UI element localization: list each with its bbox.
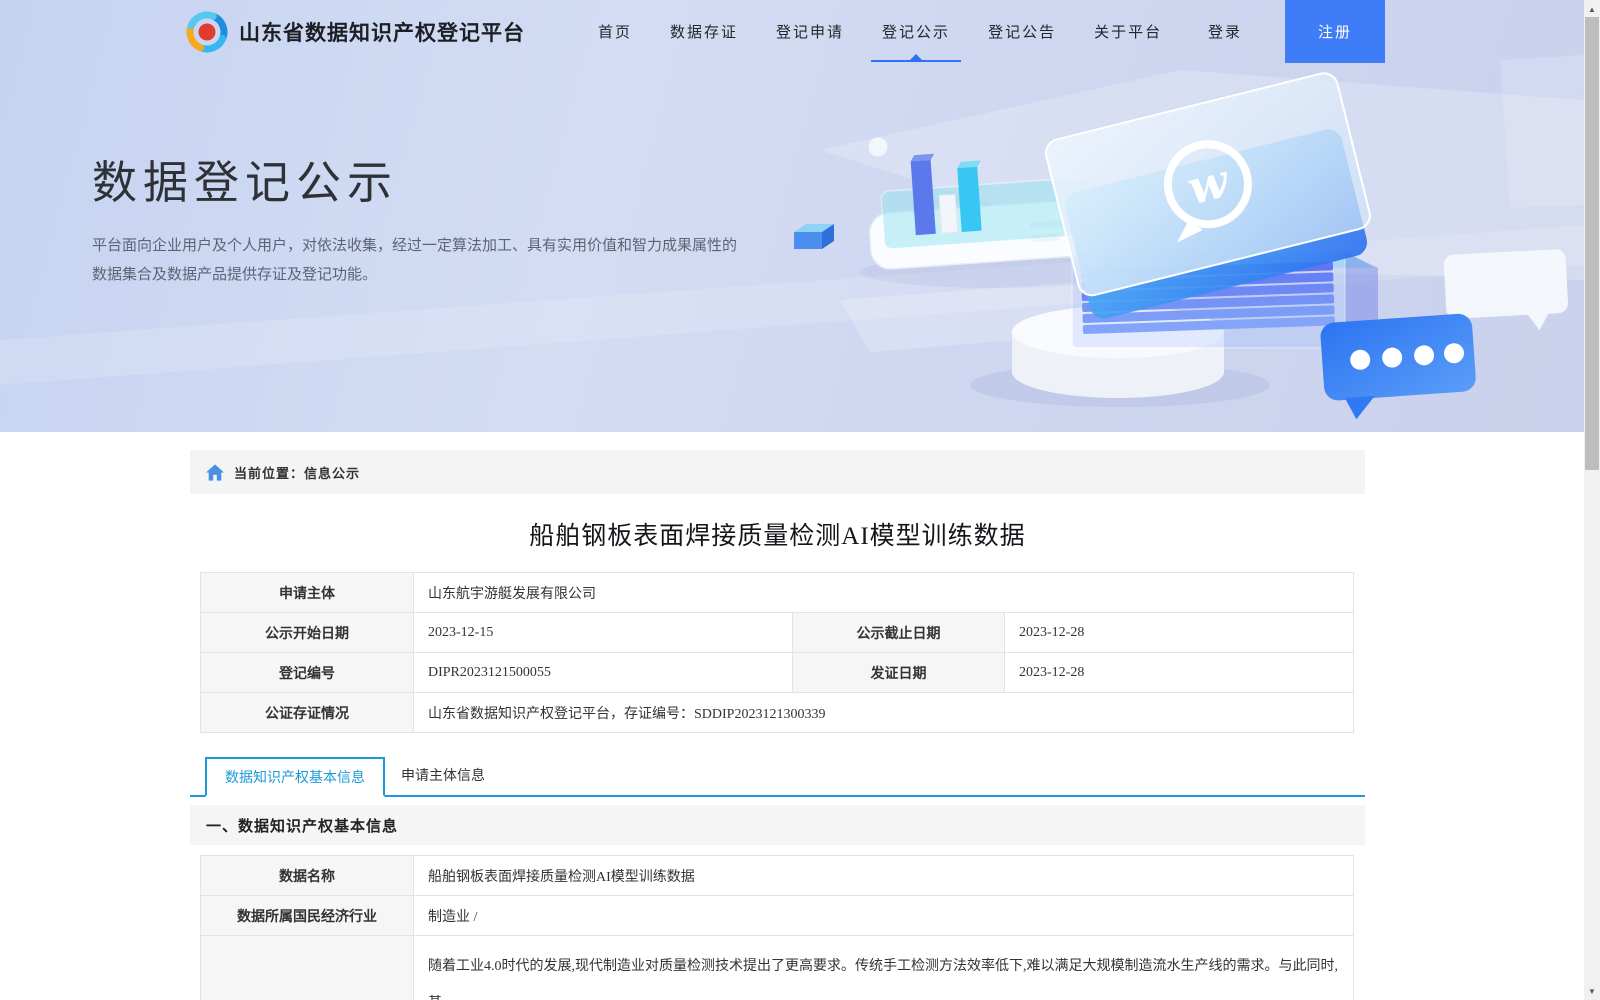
issue-date-label: 发证日期: [792, 652, 1005, 693]
info-table: 数据名称 船舶钢板表面焊接质量检测AI模型训练数据 数据所属国民经济行业 制造业…: [200, 855, 1354, 1000]
brand[interactable]: 山东省数据知识产权登记平台: [185, 0, 525, 63]
hero-description: 平台面向企业用户及个人用户，对依法收集，经过一定算法加工、具有实用价值和智力成果…: [92, 237, 738, 283]
description-label: [200, 935, 414, 1000]
page-title: 船舶钢板表面焊接质量检测AI模型训练数据: [529, 523, 1026, 550]
page: w 山东省数据知识产权登记平台 首页 数据存证 登记申请 登记公示 登记公告 关…: [0, 0, 1600, 1000]
hero-title: 数据登记公示: [92, 158, 399, 208]
table-row: 公示开始日期 2023-12-15 公示截止日期 2023-12-28: [200, 612, 1354, 653]
home-icon[interactable]: [206, 463, 224, 481]
issue-date-value: 2023-12-28: [1004, 652, 1354, 693]
hero-banner: w 山东省数据知识产权登记平台 首页 数据存证 登记申请 登记公示 登记公告 关…: [0, 0, 1584, 432]
industry-label: 数据所属国民经济行业: [200, 895, 414, 936]
start-date-label: 公示开始日期: [200, 612, 414, 653]
table-row: 数据所属国民经济行业 制造业 /: [200, 895, 1354, 936]
nav-menu: 首页 数据存证 登记申请 登记公示 登记公告 关于平台: [598, 0, 1162, 63]
notary-value: 山东省数据知识产权登记平台，存证编号：SDDIP2023121300339: [413, 692, 1354, 733]
tab-applicant-info[interactable]: 申请主体信息: [385, 755, 501, 795]
breadcrumb-current: 信息公示: [304, 465, 361, 481]
section-heading: 一、数据知识产权基本信息: [190, 805, 1365, 845]
nav-item-publicity[interactable]: 登记公示: [871, 0, 962, 63]
sphere-shape: [868, 137, 888, 157]
tab-bar: 数据知识产权基本信息 申请主体信息: [190, 755, 1365, 797]
table-row: 随着工业4.0时代的发展,现代制造业对质量检测技术提出了更高要求。传统手工检测方…: [200, 935, 1354, 1000]
start-date-value: 2023-12-15: [413, 612, 793, 653]
applicant-value: 山东航宇游艇发展有限公司: [413, 572, 1354, 613]
summary-table: 申请主体 山东航宇游艇发展有限公司 公示开始日期 2023-12-15 公示截止…: [200, 572, 1354, 733]
industry-value: 制造业 /: [413, 895, 1354, 936]
page-scrollbar[interactable]: ▲ ▼: [1584, 0, 1600, 1000]
end-date-label: 公示截止日期: [792, 612, 1005, 653]
breadcrumb: 当前位置：信息公示: [190, 450, 1365, 494]
top-navigation: 山东省数据知识产权登记平台 首页 数据存证 登记申请 登记公示 登记公告 关于平…: [0, 0, 1584, 63]
reg-no-label: 登记编号: [200, 652, 414, 693]
main-content: 当前位置：信息公示 船舶钢板表面焊接质量检测AI模型训练数据 申请主体 山东航宇…: [0, 432, 1584, 1000]
hero-illustration: w: [0, 55, 1584, 420]
end-date-value: 2023-12-28: [1004, 612, 1354, 653]
nav-item-announcement[interactable]: 登记公告: [988, 0, 1056, 63]
active-nav-indicator: [871, 54, 962, 62]
login-link[interactable]: 登录: [1208, 0, 1242, 63]
breadcrumb-text: 当前位置：信息公示: [234, 463, 360, 482]
applicant-label: 申请主体: [200, 572, 414, 613]
table-row: 登记编号 DIPR2023121500055 发证日期 2023-12-28: [200, 652, 1354, 693]
bg-band-2: [1500, 55, 1584, 208]
breadcrumb-prefix: 当前位置：: [234, 465, 305, 481]
nav-item-about[interactable]: 关于平台: [1094, 0, 1162, 63]
scrollbar-up-icon[interactable]: ▲: [1584, 1, 1600, 17]
notary-label: 公证存证情况: [200, 692, 414, 733]
description-value: 随着工业4.0时代的发展,现代制造业对质量检测技术提出了更高要求。传统手工检测方…: [413, 935, 1354, 1000]
data-name-label: 数据名称: [200, 855, 414, 896]
nav-item-apply[interactable]: 登记申请: [776, 0, 844, 63]
table-row: 数据名称 船舶钢板表面焊接质量检测AI模型训练数据: [200, 855, 1354, 896]
blue-bubble-shape: [1320, 313, 1476, 420]
scrollbar-thumb[interactable]: [1585, 17, 1599, 470]
tab-ip-basic-info[interactable]: 数据知识产权基本信息: [205, 757, 385, 797]
scrollbar-down-icon[interactable]: ▼: [1584, 983, 1600, 999]
register-button[interactable]: 注册: [1285, 0, 1385, 63]
table-row: 公证存证情况 山东省数据知识产权登记平台，存证编号：SDDIP202312130…: [200, 692, 1354, 733]
data-name-value: 船舶钢板表面焊接质量检测AI模型训练数据: [413, 855, 1354, 896]
brand-title: 山东省数据知识产权登记平台: [239, 21, 525, 45]
nav-item-evidence[interactable]: 数据存证: [670, 0, 738, 63]
reg-no-value: DIPR2023121500055: [413, 652, 793, 693]
table-row: 申请主体 山东航宇游艇发展有限公司: [200, 572, 1354, 613]
brand-logo-icon: [186, 11, 228, 52]
nav-item-home[interactable]: 首页: [598, 0, 632, 63]
